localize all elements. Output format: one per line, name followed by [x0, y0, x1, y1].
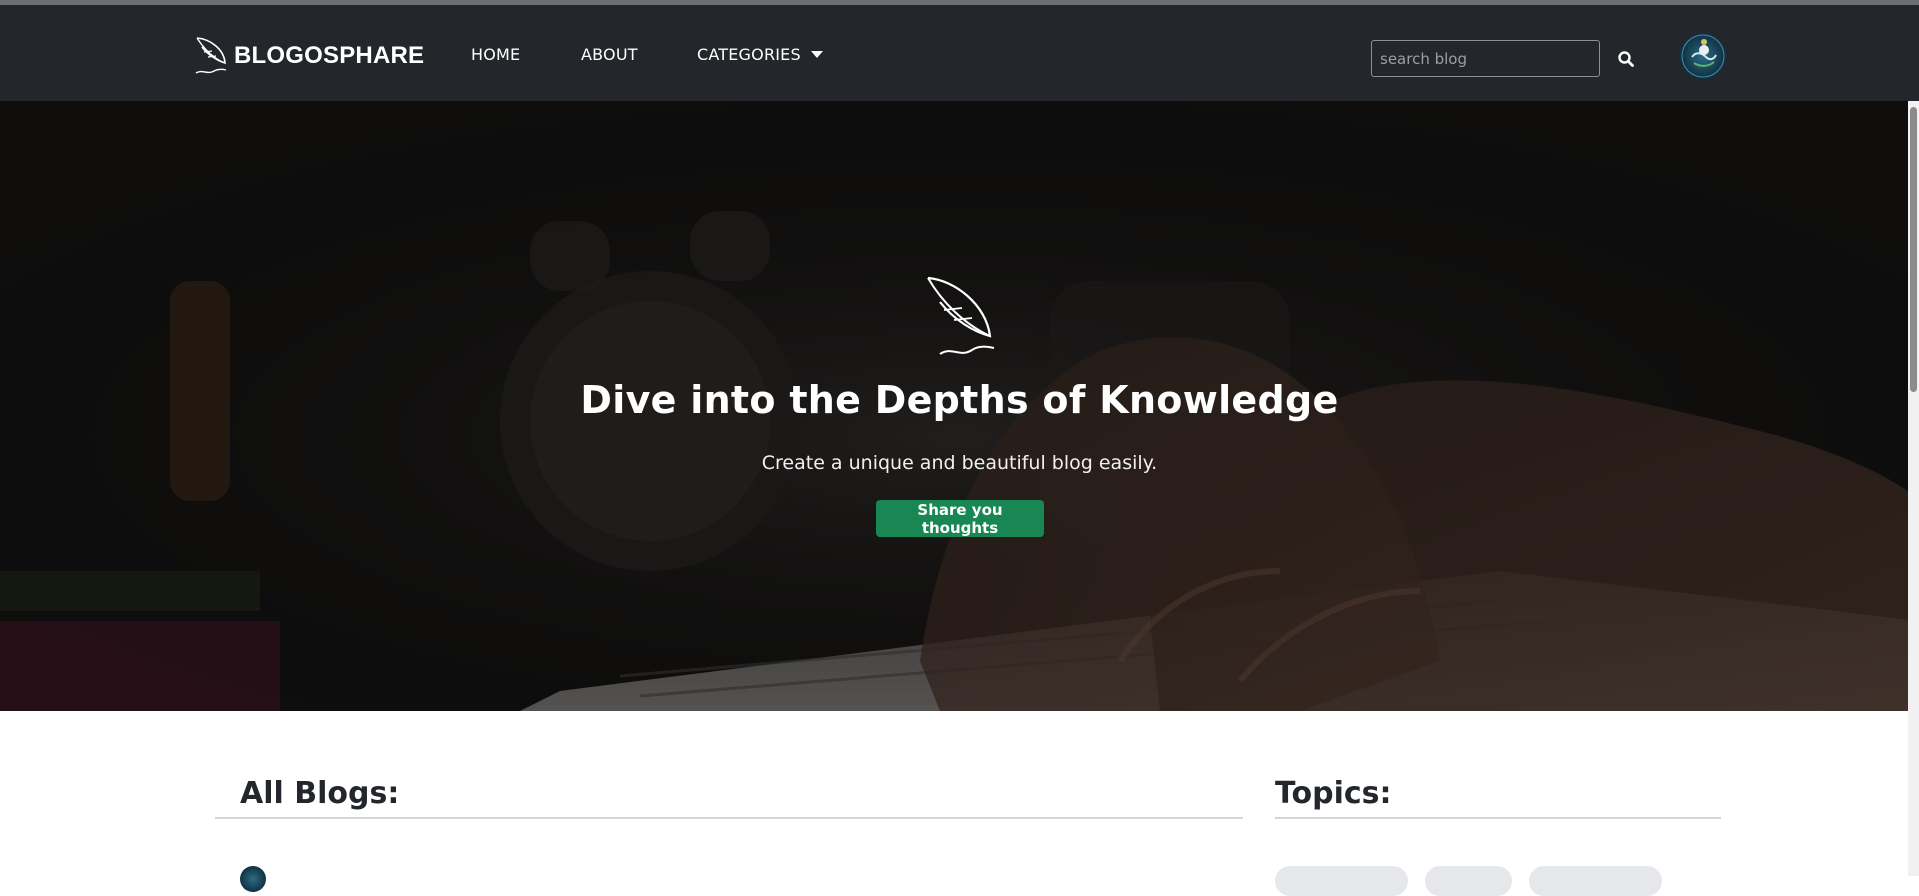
hero-content: Dive into the Depths of Knowledge Create… [0, 101, 1919, 711]
nav-about-link[interactable]: ABOUT [581, 45, 638, 64]
search-input[interactable] [1371, 40, 1600, 77]
scrollbar-thumb[interactable] [1910, 107, 1917, 392]
topic-tag[interactable] [1529, 866, 1662, 896]
search-button[interactable] [1614, 47, 1638, 71]
topic-tag[interactable] [1425, 866, 1512, 896]
topics-heading: Topics: [1275, 776, 1392, 811]
nav-categories-dropdown[interactable]: CATEGORIES [697, 45, 823, 64]
page-scrollbar[interactable] [1908, 101, 1919, 876]
navbar: BLOGOSPHARE HOME ABOUT CATEGORIES [0, 5, 1919, 101]
topic-tag[interactable] [1275, 866, 1408, 896]
hero-banner: Dive into the Depths of Knowledge Create… [0, 101, 1919, 711]
all-blogs-heading: All Blogs: [240, 776, 400, 811]
brand-name: BLOGOSPHARE [234, 42, 425, 69]
topics-divider [1275, 817, 1721, 819]
blogs-divider [215, 817, 1243, 819]
user-avatar[interactable] [1680, 33, 1726, 79]
globe-avatar-icon [1681, 34, 1725, 78]
feather-quill-icon [927, 276, 995, 355]
brand-logo-link[interactable]: BLOGOSPHARE [194, 33, 424, 79]
blog-post-author[interactable] [240, 866, 266, 892]
nav-home-link[interactable]: HOME [471, 45, 520, 64]
share-thoughts-button[interactable]: Share you thoughts [876, 500, 1044, 537]
hero-subtitle: Create a unique and beautiful blog easil… [761, 452, 1158, 474]
hero-title: Dive into the Depths of Knowledge [580, 378, 1339, 422]
author-avatar [240, 866, 266, 892]
caret-down-icon [810, 51, 823, 58]
nav-categories-label: CATEGORIES [697, 45, 801, 64]
feather-quill-icon [195, 37, 227, 74]
search-icon [1618, 51, 1634, 67]
